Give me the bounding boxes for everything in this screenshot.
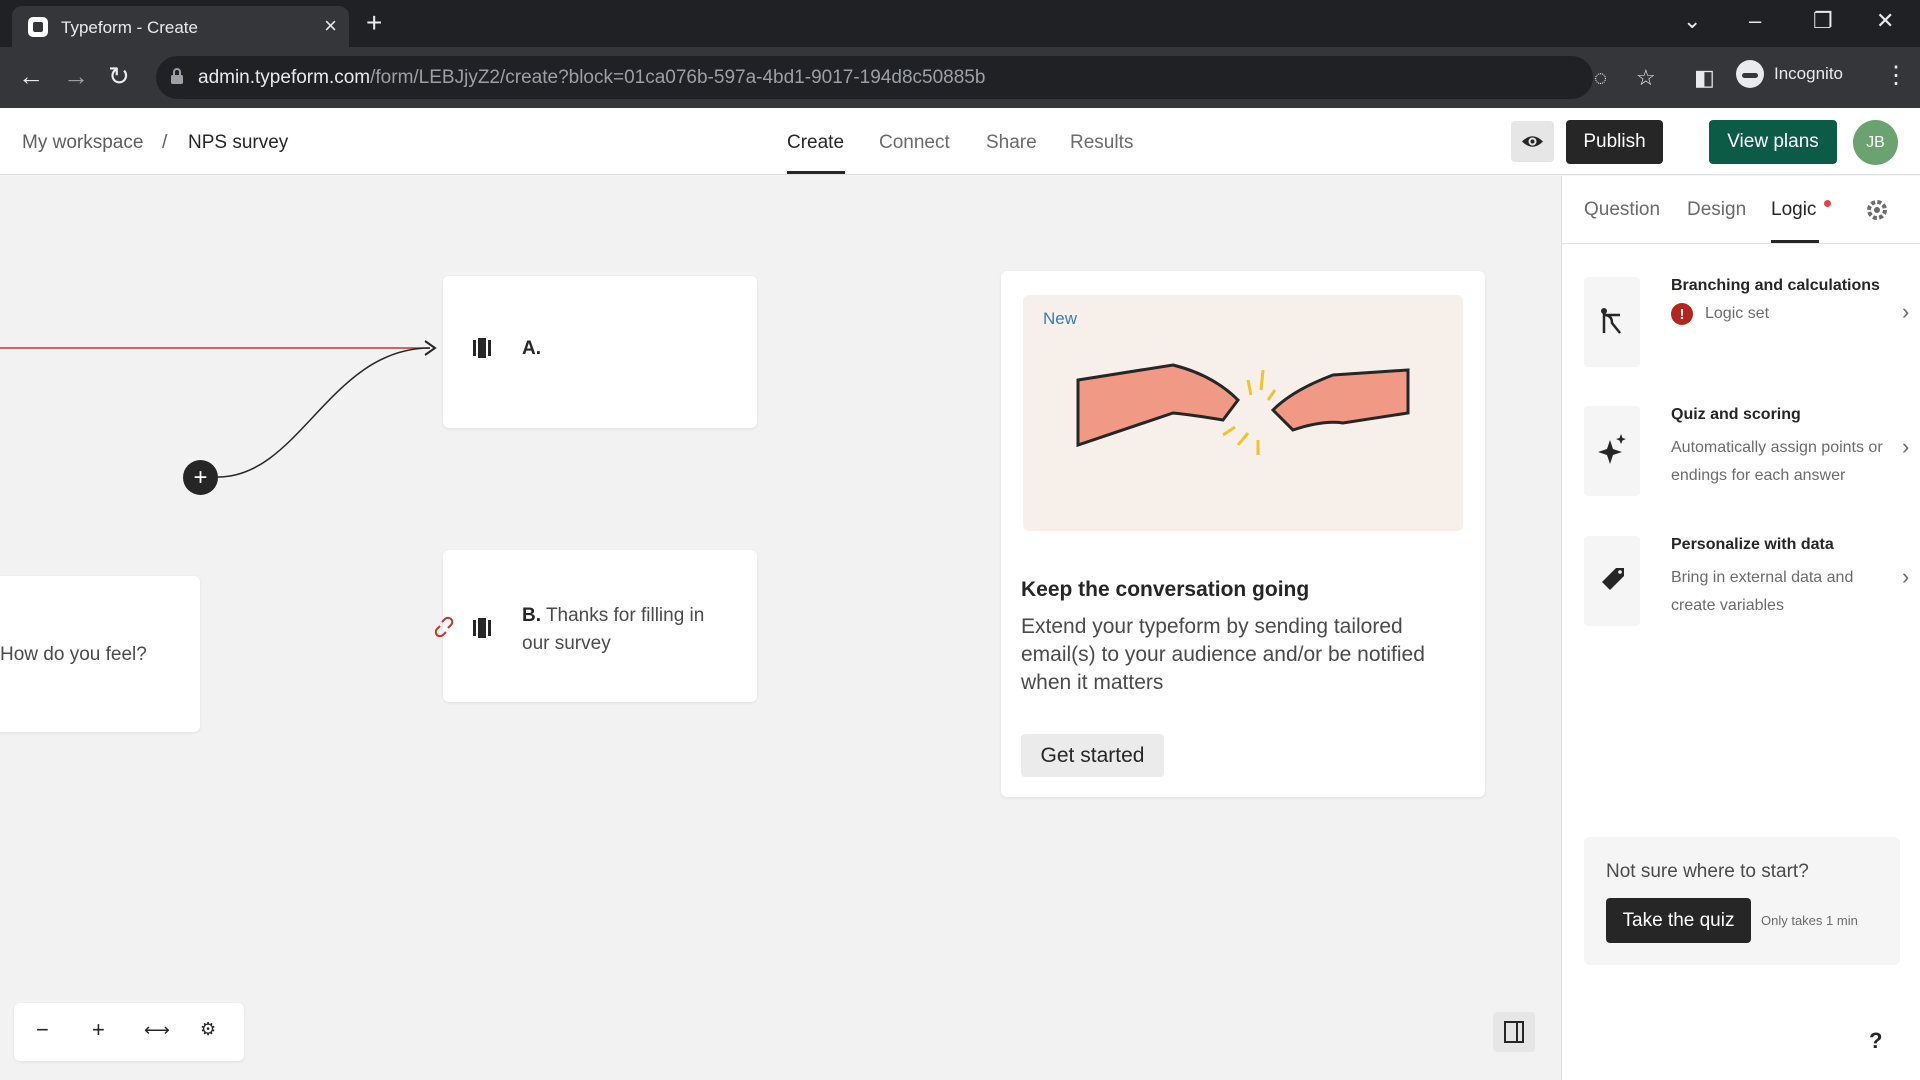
hands-reaching-icon xyxy=(1076,363,1410,455)
tab-connect[interactable]: Connect xyxy=(879,132,950,154)
logic-status: Logic set xyxy=(1705,305,1770,322)
view-plans-button[interactable]: View plans xyxy=(1709,120,1837,164)
tab-design[interactable]: Design xyxy=(1687,199,1746,221)
panel-collapse-icon xyxy=(1504,1021,1524,1043)
url-text: admin.typeform.com/form/LEBJjyZ2/create?… xyxy=(198,67,985,89)
quiz-scoring-desc: Automatically assign points or endings f… xyxy=(1671,439,1883,484)
close-window-icon[interactable]: ✕ xyxy=(1876,8,1894,34)
panel-divider xyxy=(1562,243,1920,244)
url-path: /form/LEBJjyZ2/create?block=01ca076b-597… xyxy=(370,67,986,88)
sparkle-icon-tile xyxy=(1584,406,1640,496)
promo-text: Extend your typeform by sending tailored… xyxy=(1021,615,1425,694)
logic-side-panel: Question Design Logic Branching and calc… xyxy=(1561,176,1920,1080)
lock-icon xyxy=(171,68,183,84)
side-panel-icon[interactable]: ◧ xyxy=(1694,63,1715,93)
zoom-in-icon[interactable]: + xyxy=(92,1017,105,1043)
url-bar[interactable]: admin.typeform.com/form/LEBJjyZ2/create?… xyxy=(156,56,1656,99)
zoom-controls: − + ⟷ ⚙ xyxy=(14,1003,244,1061)
ending-b-label: B. xyxy=(522,605,541,626)
close-tab-icon[interactable]: × xyxy=(324,14,337,38)
collapse-panel-button[interactable] xyxy=(1493,1012,1535,1052)
active-tab-underline xyxy=(787,171,845,174)
url-host: admin.typeform.com xyxy=(198,67,371,88)
tab-create[interactable]: Create xyxy=(787,132,844,154)
incognito-label: Incognito xyxy=(1774,64,1843,83)
take-quiz-button[interactable]: Take the quiz xyxy=(1606,898,1751,943)
question-node[interactable]: How do you feel? xyxy=(0,576,200,732)
browser-menu-icon[interactable]: ⋮ xyxy=(1884,61,1908,91)
broken-link-icon xyxy=(434,616,454,638)
branch-icon xyxy=(1601,308,1621,334)
restore-icon[interactable]: ❐ xyxy=(1813,8,1833,34)
eye-icon xyxy=(1522,136,1543,147)
branching-and-calculations-item[interactable]: Branching and calculations ! Logic set › xyxy=(1584,277,1909,367)
help-icon[interactable]: ? xyxy=(1869,1028,1882,1054)
logic-map-canvas[interactable]: How do you feel? + A. B. Thanks for fill… xyxy=(0,176,1561,1080)
incognito-indicator[interactable]: Incognito xyxy=(1736,57,1843,91)
add-branch-button[interactable]: + xyxy=(183,460,218,495)
ending-b-content: B. Thanks for filling in our survey xyxy=(522,602,732,658)
default-edge xyxy=(217,347,431,478)
minimize-icon[interactable]: – xyxy=(1749,8,1761,34)
tab-search-chevron-icon[interactable]: ⌄ xyxy=(1683,8,1701,34)
back-icon[interactable]: ← xyxy=(18,61,44,91)
browser-tab[interactable]: Typeform - Create × xyxy=(12,6,349,47)
tab-question[interactable]: Question xyxy=(1584,199,1660,221)
avatar[interactable]: JB xyxy=(1853,120,1898,165)
quiz-and-scoring-item[interactable]: Quiz and scoring Automatically assign po… xyxy=(1584,406,1909,496)
reload-icon[interactable]: ↻ xyxy=(108,61,130,91)
personalize-desc: Bring in external data and create variab… xyxy=(1671,569,1854,614)
tab-results[interactable]: Results xyxy=(1070,132,1133,154)
breadcrumb-workspace[interactable]: My workspace xyxy=(22,132,143,154)
fit-width-icon[interactable]: ⟷ xyxy=(144,1020,170,1041)
quiz-scoring-title: Quiz and scoring xyxy=(1671,406,1801,423)
ending-node-a[interactable]: A. xyxy=(443,276,757,428)
ending-screen-icon xyxy=(473,338,491,358)
browser-tab-bar: Typeform - Create × + ⌄ – ❐ ✕ xyxy=(0,0,1920,47)
preview-button[interactable] xyxy=(1511,121,1554,162)
sparkle-icon xyxy=(1598,434,1626,464)
new-tab-icon[interactable]: + xyxy=(366,8,382,38)
app-header: My workspace / NPS survey Create Connect… xyxy=(0,108,1920,175)
breadcrumb-form[interactable]: NPS survey xyxy=(188,132,288,154)
ending-b-text: Thanks for filling in our survey xyxy=(522,605,705,654)
chevron-right-icon: › xyxy=(1902,564,1910,589)
get-started-button[interactable]: Get started xyxy=(1021,734,1164,777)
layout-settings-icon[interactable]: ⚙ xyxy=(200,1019,216,1040)
quiz-prompt-box: Not sure where to start? Take the quiz O… xyxy=(1584,837,1900,965)
gear-icon[interactable] xyxy=(1865,198,1889,222)
tab-title: Typeform - Create xyxy=(61,18,198,37)
warning-icon: ! xyxy=(1671,303,1693,325)
ending-screen-icon xyxy=(473,618,491,638)
notifications-promo-card: New Keep the conversation going Extend y… xyxy=(1001,271,1485,797)
chevron-right-icon: › xyxy=(1902,434,1910,459)
quiz-question: Not sure where to start? xyxy=(1606,861,1809,882)
forward-icon[interactable]: → xyxy=(63,61,89,91)
typeform-favicon-icon xyxy=(28,17,48,37)
tab-share[interactable]: Share xyxy=(986,132,1037,154)
new-badge: New xyxy=(1043,309,1078,328)
tag-icon-tile xyxy=(1584,536,1640,626)
logic-notification-dot xyxy=(1824,200,1831,207)
eye-off-icon[interactable]: ◌ xyxy=(1594,65,1607,91)
promo-title: Keep the conversation going xyxy=(1021,578,1310,601)
tag-icon xyxy=(1602,568,1624,590)
tab-logic[interactable]: Logic xyxy=(1771,199,1816,221)
question-text: How do you feel? xyxy=(0,644,147,665)
bookmark-star-icon[interactable]: ☆ xyxy=(1636,65,1656,91)
zoom-out-icon[interactable]: − xyxy=(36,1017,49,1043)
incognito-icon xyxy=(1736,60,1764,88)
chevron-right-icon: › xyxy=(1902,299,1910,324)
quiz-duration-note: Only takes 1 min xyxy=(1761,913,1858,928)
personalize-with-data-item[interactable]: Personalize with data Bring in external … xyxy=(1584,536,1909,626)
branching-title: Branching and calculations xyxy=(1671,277,1880,294)
branch-icon-tile xyxy=(1584,277,1640,367)
hands-illustration: New xyxy=(1023,295,1463,531)
publish-button[interactable]: Publish xyxy=(1566,120,1663,164)
breadcrumb-separator: / xyxy=(162,132,168,153)
ending-node-b[interactable]: B. Thanks for filling in our survey xyxy=(434,550,757,702)
ending-a-label: A. xyxy=(522,338,541,359)
personalize-title: Personalize with data xyxy=(1671,536,1834,553)
browser-address-bar: ← → ↻ admin.typeform.com/form/LEBJjyZ2/c… xyxy=(0,47,1920,108)
